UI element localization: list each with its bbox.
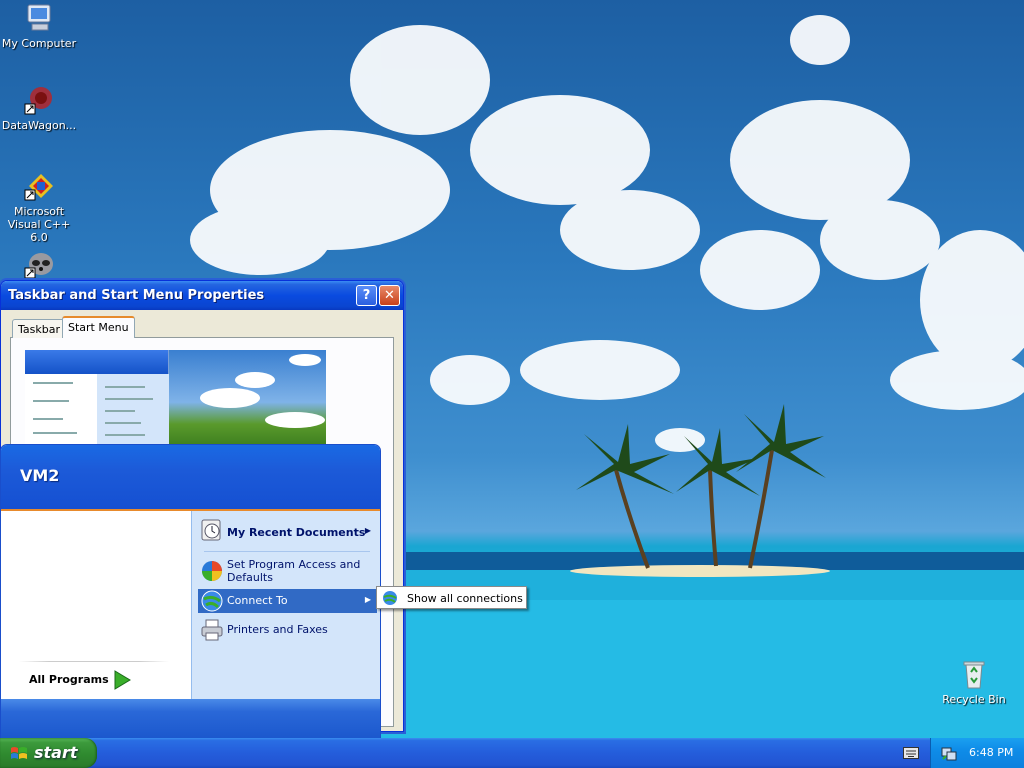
submenu-item-show-all-connections[interactable]: Show all connections [377,587,526,608]
desktop-icon-label: Microsoft Visual C++ 6.0 [7,205,71,244]
menu-item-label: My Recent Documents [227,526,366,539]
submenu-arrow-icon: ▶ [364,526,371,535]
dialog-title-bar[interactable]: Taskbar and Start Menu Properties [1,281,403,310]
windows-flag-icon [10,745,28,762]
all-programs-button[interactable]: All Programs [29,673,109,686]
menu-item-set-program-access[interactable]: Set Program Access and Defaults [198,556,377,586]
tab-taskbar[interactable]: Taskbar [12,319,66,338]
system-tray: 6:48 PM [930,738,1024,768]
start-menu-right-pane: My Recent Documents ▶ Set Program Access… [191,511,380,699]
menu-item-my-recent-documents[interactable]: My Recent Documents ▶ [198,518,377,546]
menu-item-label: Printers and Faxes [227,623,328,636]
tab-start-menu[interactable]: Start Menu [62,316,135,338]
start-label: start [34,743,78,762]
menu-item-printers-and-faxes[interactable]: Printers and Faxes [198,617,377,643]
desktop-icon-visual-cpp[interactable]: Microsoft Visual C++ 6.0 [0,170,78,244]
connect-to-submenu: Show all connections [376,586,527,609]
desktop-icon-recycle-bin[interactable]: Recycle Bin [935,658,1013,706]
program-access-icon [200,559,224,583]
submenu-arrow-icon: ▶ [364,595,371,604]
green-arrow-icon[interactable] [113,670,131,690]
recycle-bin-icon [958,658,990,690]
taskbar: start 6:48 PM [0,738,1024,768]
menu-item-connect-to[interactable]: Connect To ▶ [198,589,377,613]
start-menu-footer [1,699,380,739]
dialog-title: Taskbar and Start Menu Properties [8,288,265,303]
connect-to-icon [200,589,224,613]
separator [204,551,370,552]
clock[interactable]: 6:48 PM [969,746,1013,759]
desktop-icon-my-computer[interactable]: My Computer [0,2,78,50]
desktop-icon-label: My Computer [1,37,77,50]
user-name: VM2 [20,466,60,485]
keyboard-icon[interactable] [903,747,919,759]
menu-item-label: Connect To [227,594,288,607]
desktop-icon-raccoon[interactable] [0,248,78,283]
start-menu-left-pane: All Programs [1,511,191,699]
start-menu-header: VM2 [1,445,380,511]
network-status-icon[interactable] [941,745,957,761]
separator [19,661,169,662]
printers-faxes-icon [200,618,224,642]
network-connections-icon [382,590,398,606]
recent-documents-icon [200,518,224,542]
submenu-item-label: Show all connections [407,592,523,605]
desktop-icon-label: Recycle Bin [942,693,1006,706]
help-button[interactable]: ? [356,285,377,306]
preview-start-menu [25,350,169,445]
desktop-icon-label: DataWagon... [1,119,77,132]
close-button[interactable]: ✕ [379,285,400,306]
start-button[interactable]: start [0,738,97,768]
datawagon-shortcut-icon [23,84,55,116]
start-menu-preview-image [25,350,326,445]
desktop-icon-datawagon[interactable]: DataWagon... [0,84,78,132]
visual-cpp-shortcut-icon [23,170,55,202]
raccoon-shortcut-icon [23,248,55,280]
my-computer-icon [23,2,55,34]
menu-item-label: Set Program Access and Defaults [227,558,361,584]
start-menu: VM2 All Programs My Recent Documents ▶ S… [0,444,381,740]
